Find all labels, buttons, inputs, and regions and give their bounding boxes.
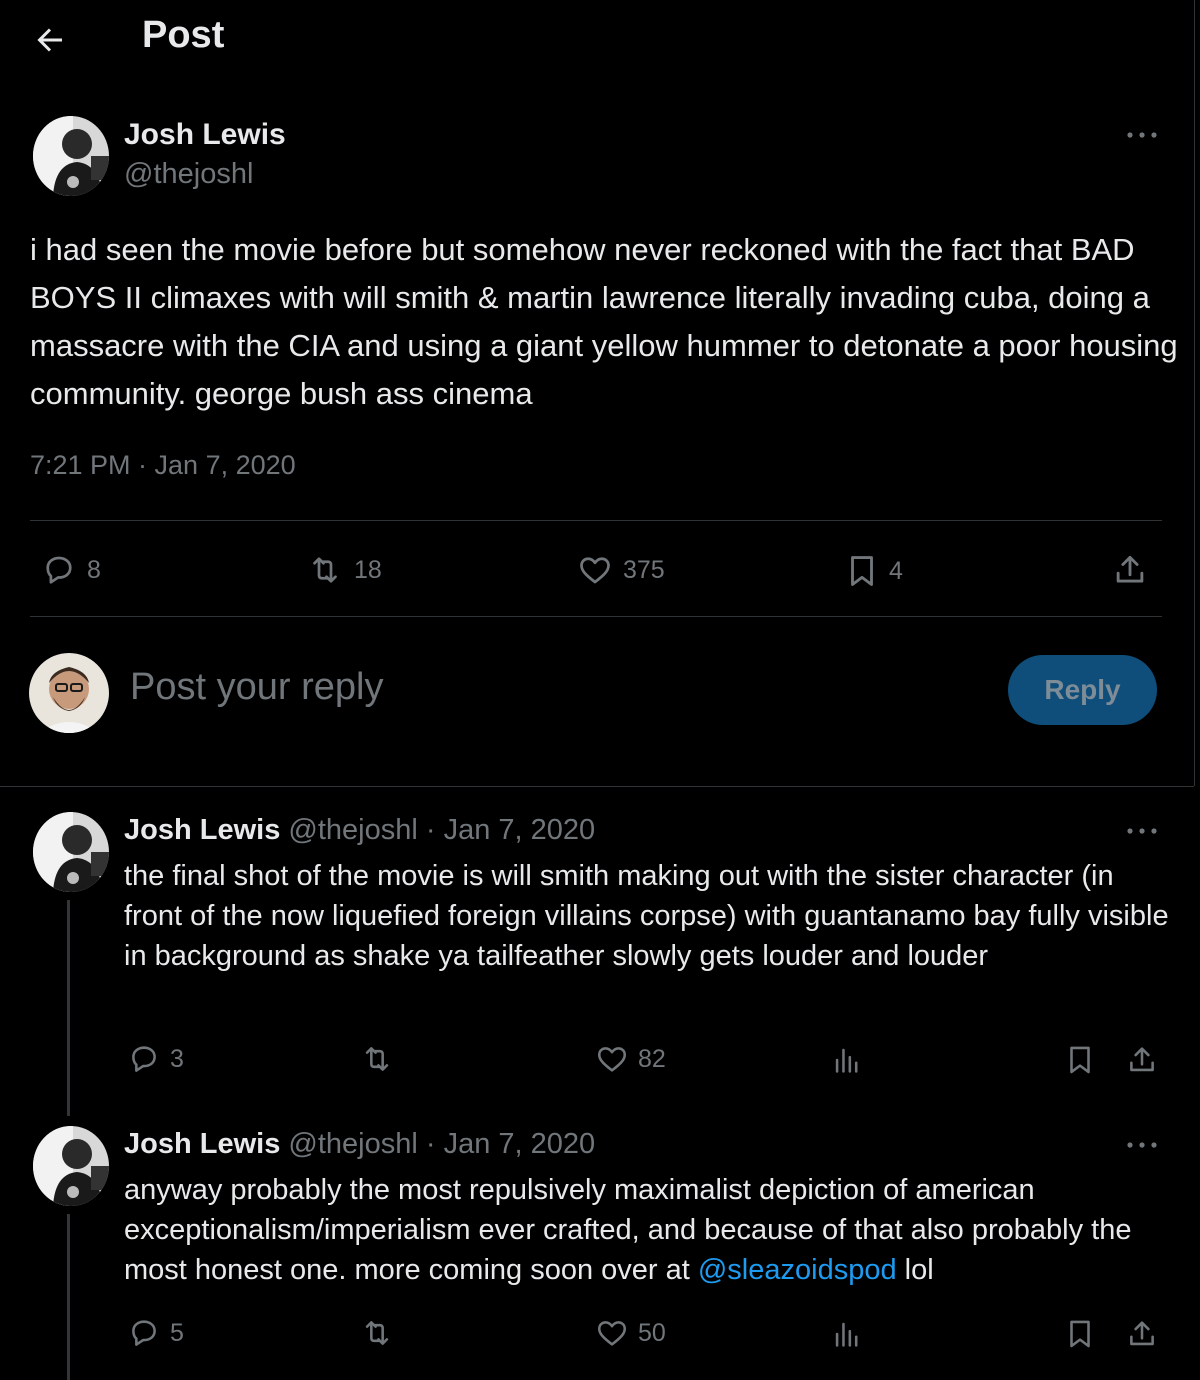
reply-action[interactable]: 5 (126, 1316, 184, 1350)
bookmark-icon (1070, 1320, 1090, 1348)
like-count: 375 (623, 555, 665, 584)
share-icon (1116, 555, 1144, 583)
like-action[interactable]: 82 (594, 1042, 666, 1076)
like-action[interactable]: 375 (575, 552, 665, 588)
post-text: i had seen the movie before but somehow … (30, 232, 1178, 411)
reply-icon (46, 556, 72, 584)
more-options-icon[interactable] (1124, 823, 1160, 839)
section-divider (0, 786, 1194, 787)
views-icon (835, 1048, 858, 1073)
reply-text-body: anyway probably the most repulsively max… (124, 1174, 1132, 1286)
bookmark-icon (1070, 1046, 1090, 1074)
like-count: 50 (638, 1318, 666, 1347)
reply-author-handle[interactable]: @thejoshl (288, 1128, 417, 1160)
column-border (1194, 0, 1195, 786)
reply-action[interactable]: 3 (126, 1042, 184, 1076)
heart-icon (597, 1047, 627, 1072)
like-count: 82 (638, 1044, 666, 1073)
bookmark-count: 4 (889, 556, 903, 585)
repost-icon (365, 1321, 389, 1345)
repost-action[interactable] (358, 1042, 396, 1076)
views-action[interactable] (830, 1317, 864, 1351)
reply-author-avatar[interactable] (33, 1126, 109, 1206)
repost-action[interactable] (358, 1316, 396, 1350)
back-arrow-icon[interactable] (32, 22, 68, 58)
divider (30, 520, 1162, 521)
reply-author-handle[interactable]: @thejoshl (288, 814, 417, 846)
reply-icon (132, 1320, 156, 1346)
views-icon (835, 1322, 858, 1347)
repost-icon (365, 1047, 389, 1071)
thread-line (67, 1214, 70, 1380)
divider (30, 616, 1162, 617)
reply-icon (132, 1046, 156, 1072)
author-name[interactable]: Josh Lewis (124, 118, 286, 152)
reply-count: 5 (170, 1318, 184, 1347)
bookmark-icon (851, 556, 873, 586)
bookmark-action[interactable] (1063, 1042, 1097, 1078)
reply-text: anyway probably the most repulsively max… (124, 1170, 1174, 1290)
reply-header: Josh Lewis @thejoshl · Jan 7, 2020 (124, 1128, 595, 1161)
share-action[interactable] (1125, 1042, 1159, 1078)
reply-author-name[interactable]: Josh Lewis (124, 814, 280, 846)
bookmark-action[interactable]: 4 (843, 552, 903, 590)
post-timestamp[interactable]: 7:21 PM · Jan 7, 2020 (30, 450, 296, 481)
reply-author-avatar[interactable] (33, 812, 109, 892)
share-icon (1130, 1321, 1154, 1346)
heart-icon (580, 557, 610, 584)
thread-line (67, 900, 70, 1116)
like-action[interactable]: 50 (594, 1316, 666, 1350)
more-options-icon[interactable] (1124, 127, 1160, 143)
reply-text: the final shot of the movie is will smit… (124, 860, 1169, 972)
current-user-avatar[interactable] (29, 653, 109, 733)
share-action[interactable] (1111, 551, 1149, 589)
author-avatar[interactable] (33, 116, 109, 196)
reply-date[interactable]: · Jan 7, 2020 (426, 1128, 595, 1160)
views-action[interactable] (830, 1043, 864, 1077)
mention-link[interactable]: @sleazoidspod (698, 1254, 897, 1286)
repost-action[interactable]: 18 (304, 552, 382, 588)
more-options-icon[interactable] (1124, 1137, 1160, 1153)
page-title: Post (142, 14, 225, 56)
reply-button[interactable]: Reply (1008, 655, 1157, 725)
repost-count: 18 (354, 555, 382, 584)
reply-header: Josh Lewis @thejoshl · Jan 7, 2020 (124, 814, 595, 847)
reply-date[interactable]: · Jan 7, 2020 (426, 814, 595, 846)
reply-author-name[interactable]: Josh Lewis (124, 1128, 280, 1160)
share-icon (1130, 1047, 1154, 1072)
reply-text-tail: lol (896, 1254, 934, 1286)
reply-input[interactable]: Post your reply (130, 666, 383, 709)
repost-icon (313, 557, 337, 583)
reply-count: 3 (170, 1044, 184, 1073)
reply-action[interactable]: 8 (39, 552, 101, 588)
reply-count: 8 (87, 555, 101, 584)
share-action[interactable] (1125, 1316, 1159, 1352)
author-handle[interactable]: @thejoshl (124, 158, 253, 191)
bookmark-action[interactable] (1063, 1316, 1097, 1352)
heart-icon (597, 1321, 627, 1346)
